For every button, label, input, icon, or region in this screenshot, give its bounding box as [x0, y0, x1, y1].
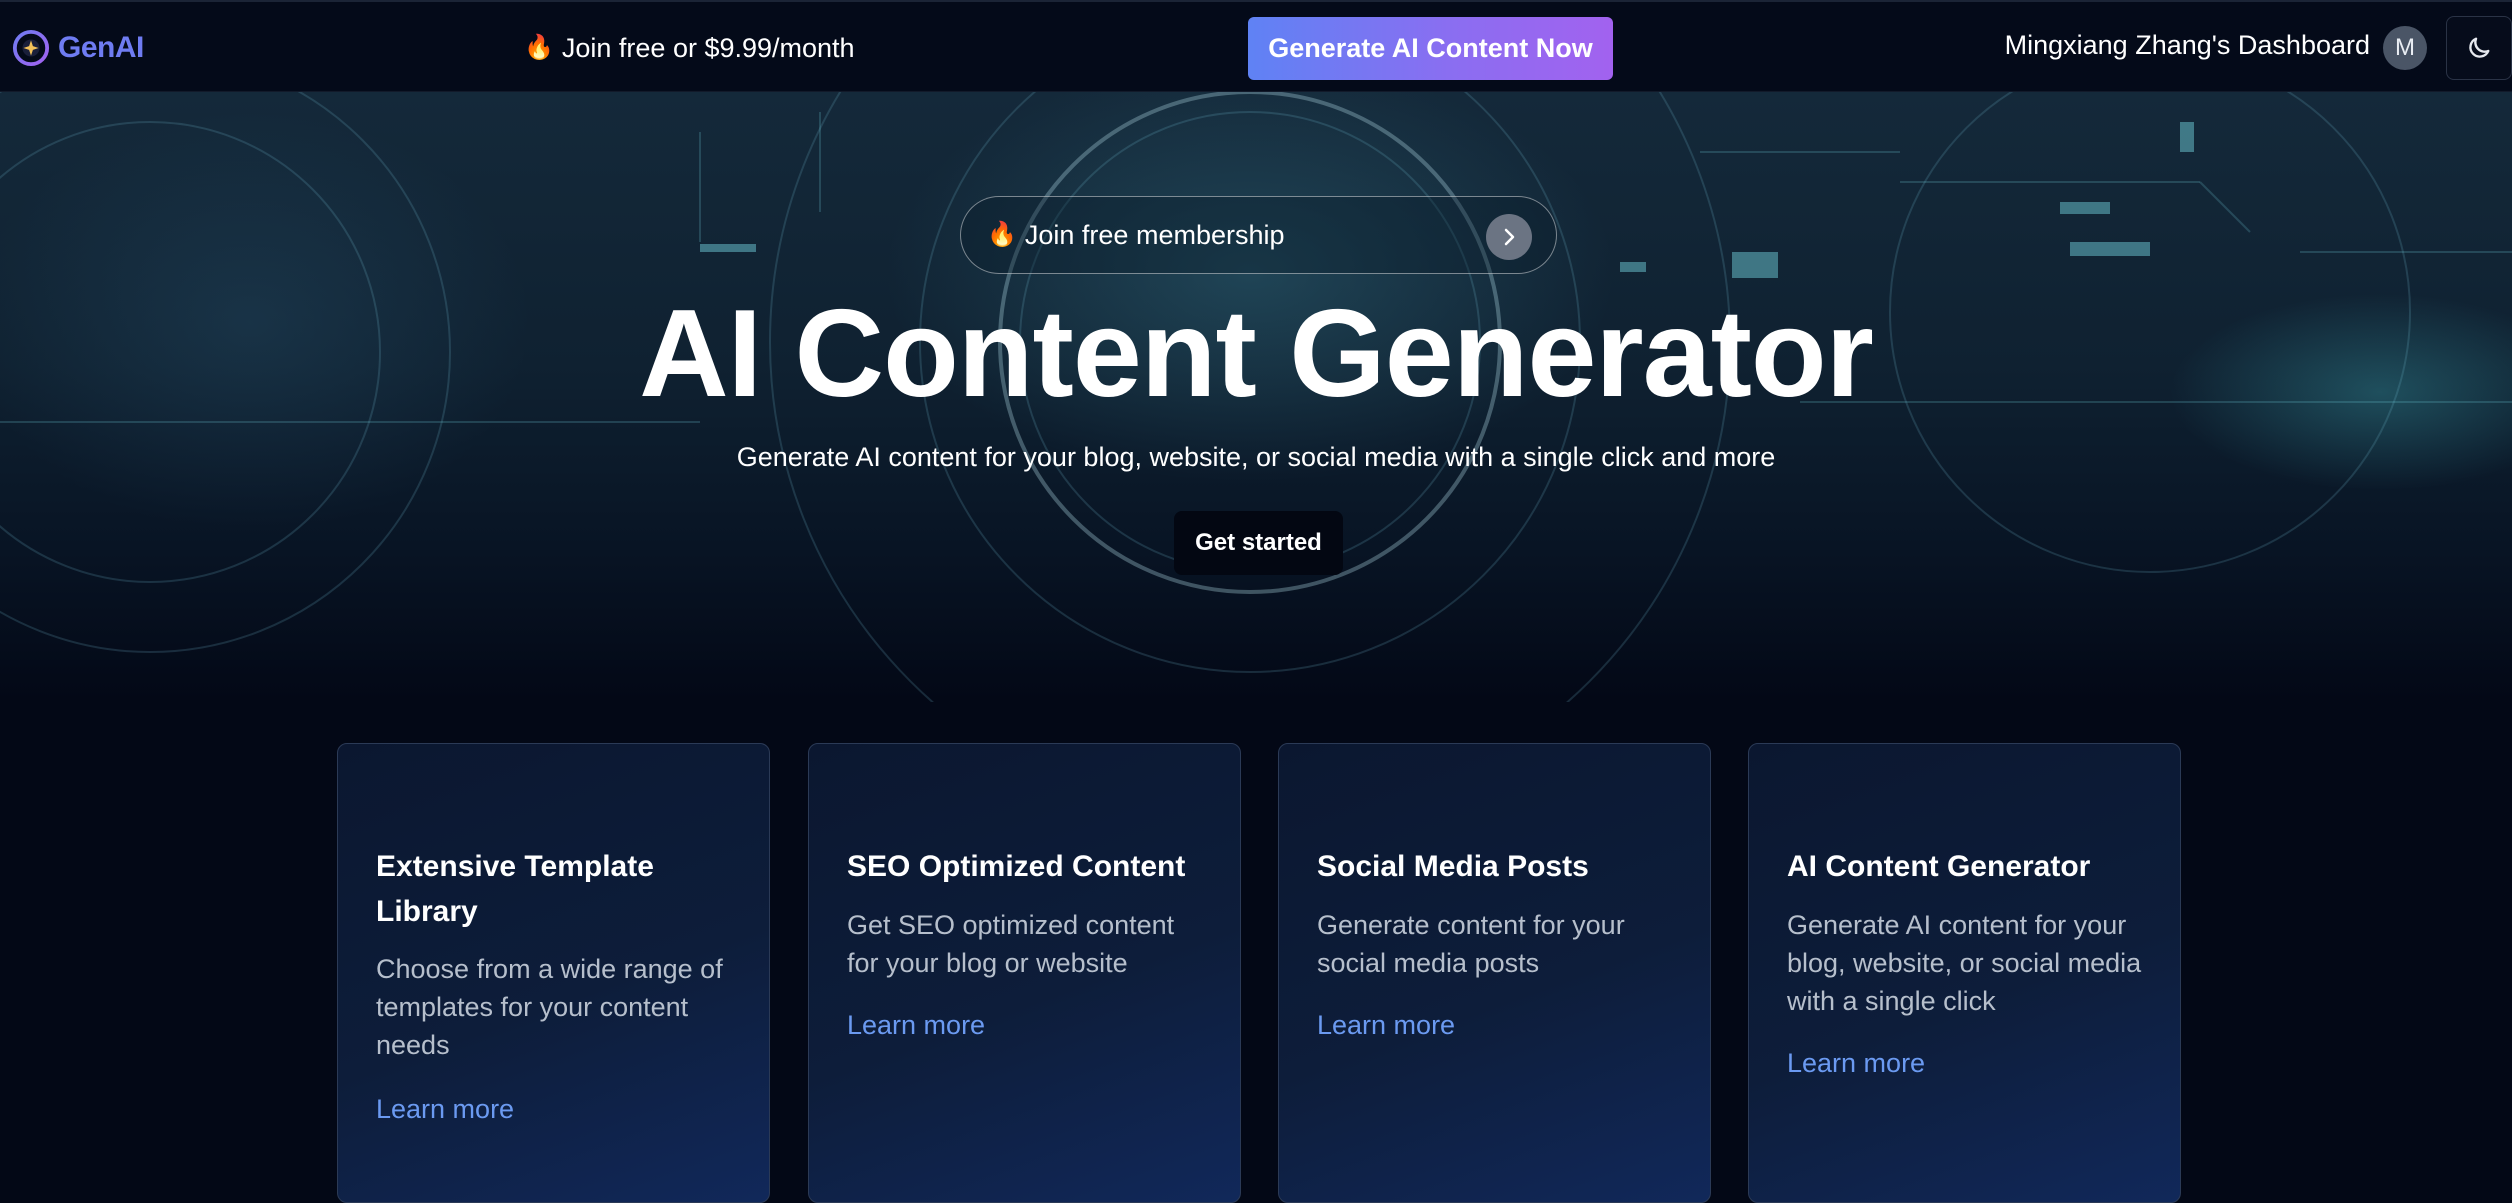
join-membership-pill[interactable]: 🔥 Join free membership: [960, 196, 1557, 274]
feature-card-ai-generator: AI Content Generator Generate AI content…: [1748, 743, 2181, 1203]
feature-card-social-media: Social Media Posts Generate content for …: [1278, 743, 1711, 1203]
learn-more-link[interactable]: Learn more: [376, 1094, 514, 1125]
feature-card-description: Generate AI content for your blog, websi…: [1787, 910, 2142, 1016]
learn-more-link[interactable]: Learn more: [847, 1010, 985, 1041]
feature-card-template-library: Extensive Template Library Choose from a…: [337, 743, 770, 1203]
hero-section: 🔥 Join free membership AI Content Genera…: [0, 92, 2512, 702]
genai-logo-icon: [12, 29, 50, 67]
chevron-right-icon: [1486, 214, 1532, 260]
top-nav-bar: GenAI 🔥 Join free or $9.99/month Generat…: [0, 0, 2512, 92]
pricing-promo: 🔥 Join free or $9.99/month: [524, 30, 855, 66]
membership-label: Join free membership: [1024, 219, 1285, 250]
get-started-button[interactable]: Get started: [1174, 511, 1343, 575]
avatar[interactable]: M: [2383, 26, 2427, 70]
feature-card-title: SEO Optimized Content: [847, 850, 1186, 883]
feature-card-description: Choose from a wide range of templates fo…: [376, 954, 723, 1060]
feature-card-seo: SEO Optimized Content Get SEO optimized …: [808, 743, 1241, 1203]
learn-more-link[interactable]: Learn more: [1317, 1010, 1455, 1041]
hero-subtitle: Generate AI content for your blog, websi…: [736, 442, 1776, 472]
fire-icon: 🔥: [987, 221, 1017, 248]
learn-more-link[interactable]: Learn more: [1787, 1048, 1925, 1079]
feature-card-description: Generate content for your social media p…: [1317, 910, 1625, 978]
promo-text: Join free or $9.99/month: [561, 32, 855, 63]
feature-card-title: Social Media Posts: [1317, 850, 1589, 883]
logo-link[interactable]: GenAI: [12, 26, 144, 70]
feature-card-description: Get SEO optimized content for your blog …: [847, 910, 1175, 978]
generate-content-button[interactable]: Generate AI Content Now: [1248, 17, 1613, 80]
feature-card-title: Extensive Template Library: [376, 850, 654, 928]
page-title: AI Content Generator: [639, 285, 1874, 423]
theme-toggle-button[interactable]: [2446, 16, 2512, 80]
feature-card-title: AI Content Generator: [1787, 850, 2091, 883]
moon-icon: [2469, 37, 2490, 58]
fire-icon: 🔥: [524, 34, 554, 61]
dashboard-link[interactable]: Mingxiang Zhang's Dashboard: [1940, 30, 2370, 66]
logo-text: GenAI: [58, 31, 144, 64]
